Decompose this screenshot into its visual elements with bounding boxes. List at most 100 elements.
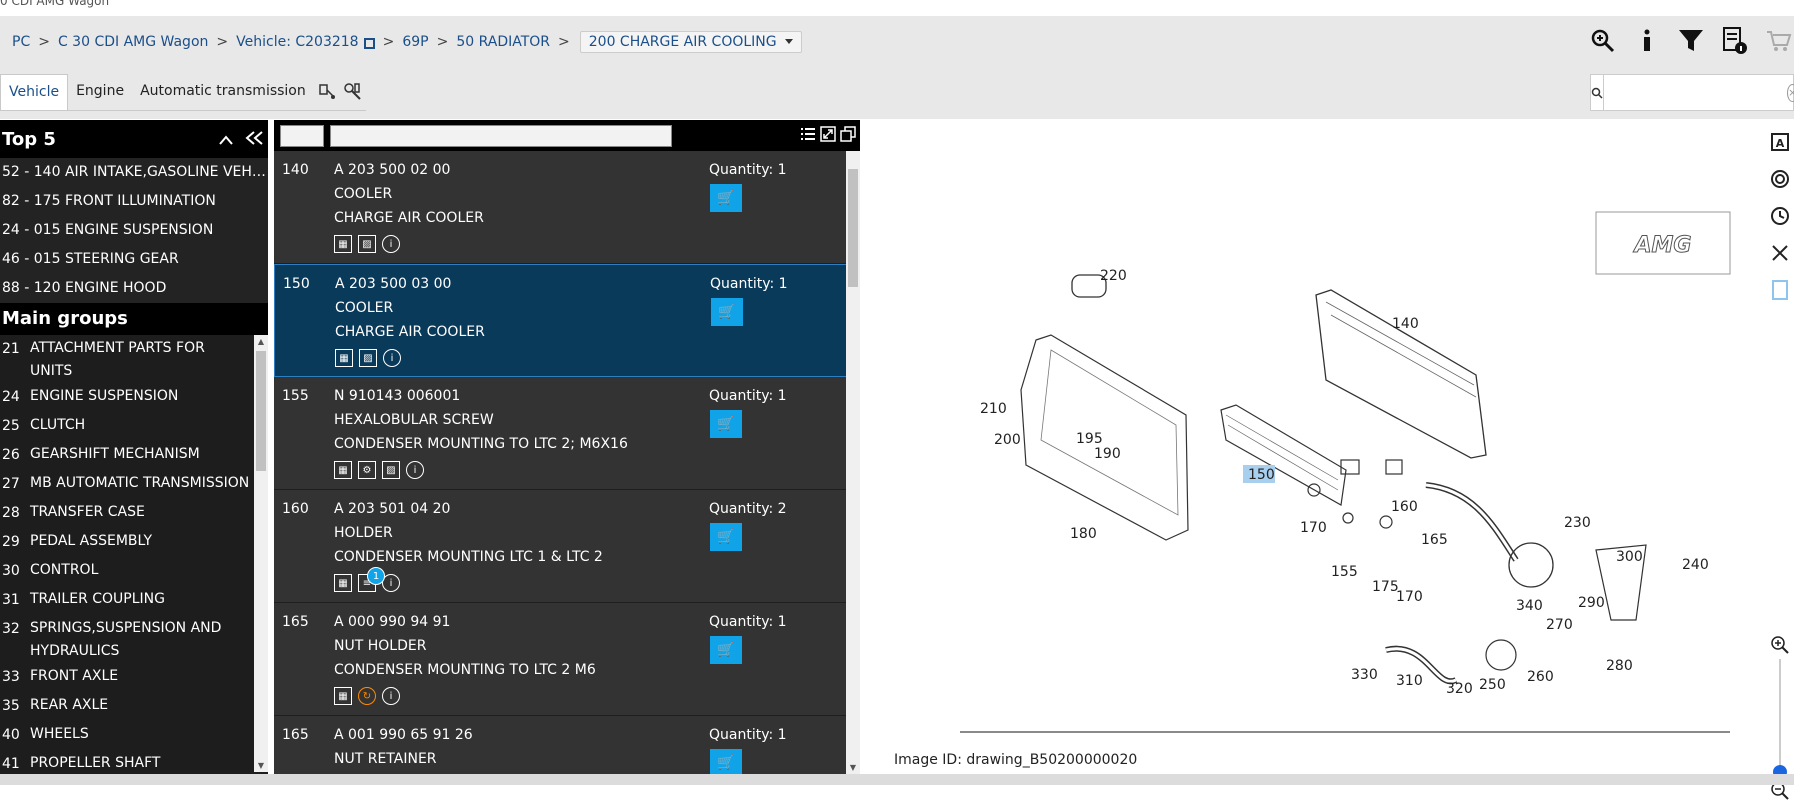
table-icon[interactable]: ▦ [334, 235, 352, 253]
add-to-cart-button[interactable]: 🛒 [711, 298, 743, 326]
callout-label[interactable]: 160 [1391, 499, 1418, 515]
part-row[interactable]: 160 A 203 501 04 20 HOLDER CONDENSER MOU… [274, 490, 860, 603]
top5-item[interactable]: 52 - 140 AIR INTAKE,GASOLINE VEHIC... [0, 158, 268, 187]
callout-label[interactable]: 330 [1351, 667, 1378, 683]
paint-icon[interactable] [314, 74, 340, 110]
callout-label[interactable]: 175 [1372, 579, 1399, 595]
main-group-item[interactable]: 33 FRONT AXLE [0, 663, 268, 692]
callout-label[interactable]: 230 [1564, 515, 1591, 531]
part-row[interactable]: 155 N 910143 006001 HEXALOBULAR SCREW CO… [274, 377, 860, 490]
callout-label[interactable]: 300 [1616, 549, 1643, 565]
callout-label[interactable]: 250 [1479, 677, 1506, 693]
table-icon[interactable]: ▦ [335, 349, 353, 367]
scrollbar-thumb[interactable] [848, 169, 858, 287]
top5-item[interactable]: 46 - 015 STEERING GEAR [0, 245, 268, 274]
callout-label[interactable]: 180 [1070, 526, 1097, 542]
top5-item[interactable]: 82 - 175 FRONT ILLUMINATION [0, 187, 268, 216]
callout-label[interactable]: 210 [980, 401, 1007, 417]
collapse-up-icon[interactable] [218, 127, 234, 151]
search-input[interactable] [1604, 75, 1787, 110]
expand-icon[interactable] [820, 126, 836, 146]
info-circle-icon[interactable]: i [382, 235, 400, 253]
search-icon[interactable] [1591, 75, 1604, 110]
breadcrumb-pc[interactable]: PC [12, 34, 30, 50]
breadcrumb-vehicle[interactable]: Vehicle: C203218 [236, 34, 358, 50]
main-group-item[interactable]: 32 SPRINGS,SUSPENSION AND HYDRAULICS [0, 615, 268, 663]
tab-vehicle[interactable]: Vehicle [0, 74, 69, 110]
main-group-item[interactable]: 26 GEARSHIFT MECHANISM [0, 441, 268, 470]
zoom-slider-track[interactable] [1773, 659, 1787, 779]
zoom-search-icon[interactable] [1588, 26, 1618, 56]
add-to-cart-button[interactable]: 🛒 [710, 523, 742, 551]
main-group-item[interactable]: 35 REAR AXLE [0, 692, 268, 721]
callout-label[interactable]: 200 [994, 432, 1021, 448]
callout-label[interactable]: 190 [1094, 446, 1121, 462]
part-row[interactable]: 140 A 203 500 02 00 COOLER CHARGE AIR CO… [274, 151, 860, 264]
scroll-down-icon[interactable]: ▼ [254, 761, 268, 770]
breadcrumb-model[interactable]: C 30 CDI AMG Wagon [58, 34, 208, 50]
table-icon[interactable]: ▦ [334, 574, 352, 592]
image-icon[interactable]: ▨ [382, 461, 400, 479]
disable-hotspots-icon[interactable] [1770, 243, 1790, 268]
top5-item[interactable]: 88 - 120 ENGINE HOOD [0, 274, 268, 303]
target-icon[interactable] [1770, 169, 1790, 194]
info-circle-icon[interactable]: i [382, 687, 400, 705]
main-group-item[interactable]: 30 CONTROL [0, 557, 268, 586]
text-toggle-icon[interactable]: A [1770, 132, 1790, 157]
add-to-cart-button[interactable]: 🛒 [710, 184, 742, 212]
callout-label[interactable]: 240 [1682, 557, 1709, 573]
main-group-item[interactable]: 25 CLUTCH [0, 412, 268, 441]
zoom-in-icon[interactable] [1770, 635, 1790, 655]
main-groups-scrollbar[interactable]: ▲ ▼ [254, 335, 268, 772]
main-group-item[interactable]: 31 TRAILER COUPLING [0, 586, 268, 615]
callout-label[interactable]: 140 [1392, 316, 1419, 332]
table-icon[interactable]: ▦ [334, 461, 352, 479]
main-group-item[interactable]: 28 TRANSFER CASE [0, 499, 268, 528]
document-info-icon[interactable] [1720, 26, 1750, 56]
main-group-item[interactable]: 24 ENGINE SUSPENSION [0, 383, 268, 412]
tools-icon[interactable] [340, 74, 366, 110]
filter-icon[interactable] [1676, 26, 1706, 56]
image-icon[interactable]: ▨ [358, 235, 376, 253]
info-circle-icon[interactable]: i [383, 349, 401, 367]
callout-label[interactable]: 270 [1546, 617, 1573, 633]
callout-label[interactable]: 310 [1396, 673, 1423, 689]
main-group-item[interactable]: 27 MB AUTOMATIC TRANSMISSION [0, 470, 268, 499]
scroll-down-icon[interactable]: ▼ [846, 763, 860, 772]
list-view-icon[interactable] [800, 126, 816, 146]
part-row-selected[interactable]: 150 A 203 500 03 00 COOLER CHARGE AIR CO… [274, 264, 860, 377]
export-document-icon[interactable] [1771, 280, 1789, 305]
part-row[interactable]: 165 A 001 990 65 91 26 NUT RETAINER Quan… [274, 716, 860, 774]
callout-label[interactable]: 220 [1100, 268, 1127, 284]
refresh-icon[interactable]: ↻ [358, 687, 376, 705]
add-to-cart-button[interactable]: 🛒 [710, 410, 742, 438]
info-icon[interactable] [1632, 26, 1662, 56]
info-circle-icon[interactable]: i [406, 461, 424, 479]
callout-label[interactable]: 195 [1076, 431, 1103, 447]
breadcrumb-group[interactable]: 50 RADIATOR [456, 34, 550, 50]
exploded-drawing[interactable]: AMG 220 140 210 200 195 190 150 160 170 … [876, 120, 1766, 774]
scrollbar-thumb[interactable] [256, 351, 266, 471]
image-icon[interactable]: ▨ [359, 349, 377, 367]
part-filter-input[interactable] [330, 125, 672, 147]
callout-label[interactable]: 340 [1516, 598, 1543, 614]
part-row[interactable]: 165 A 000 990 94 91 NUT HOLDER CONDENSER… [274, 603, 860, 716]
add-to-cart-button[interactable]: 🛒 [710, 636, 742, 664]
callout-label-selected[interactable]: 150 [1248, 467, 1275, 483]
main-group-item[interactable]: 29 PEDAL ASSEMBLY [0, 528, 268, 557]
main-group-item[interactable]: 41 PROPELLER SHAFT [0, 750, 268, 772]
top5-item[interactable]: 24 - 015 ENGINE SUSPENSION [0, 216, 268, 245]
wrench-icon[interactable]: ⚙ [358, 461, 376, 479]
breadcrumb-code[interactable]: 69P [402, 34, 428, 50]
scroll-up-icon[interactable]: ▲ [254, 337, 268, 346]
subgroup-dropdown[interactable]: 200 CHARGE AIR COOLING [579, 31, 802, 53]
history-icon[interactable] [1770, 206, 1790, 231]
tab-automatic-transmission[interactable]: Automatic transmission [132, 74, 314, 110]
main-group-item[interactable]: 21 ATTACHMENT PARTS FOR UNITS [0, 335, 268, 383]
callout-label[interactable]: 280 [1606, 658, 1633, 674]
main-group-item[interactable]: 40 WHEELS [0, 721, 268, 750]
callout-label[interactable]: 165 [1421, 532, 1448, 548]
collapse-panel-icon[interactable] [244, 127, 264, 151]
document-icon[interactable]: ≡ 1 [358, 567, 385, 592]
callout-label[interactable]: 290 [1578, 595, 1605, 611]
